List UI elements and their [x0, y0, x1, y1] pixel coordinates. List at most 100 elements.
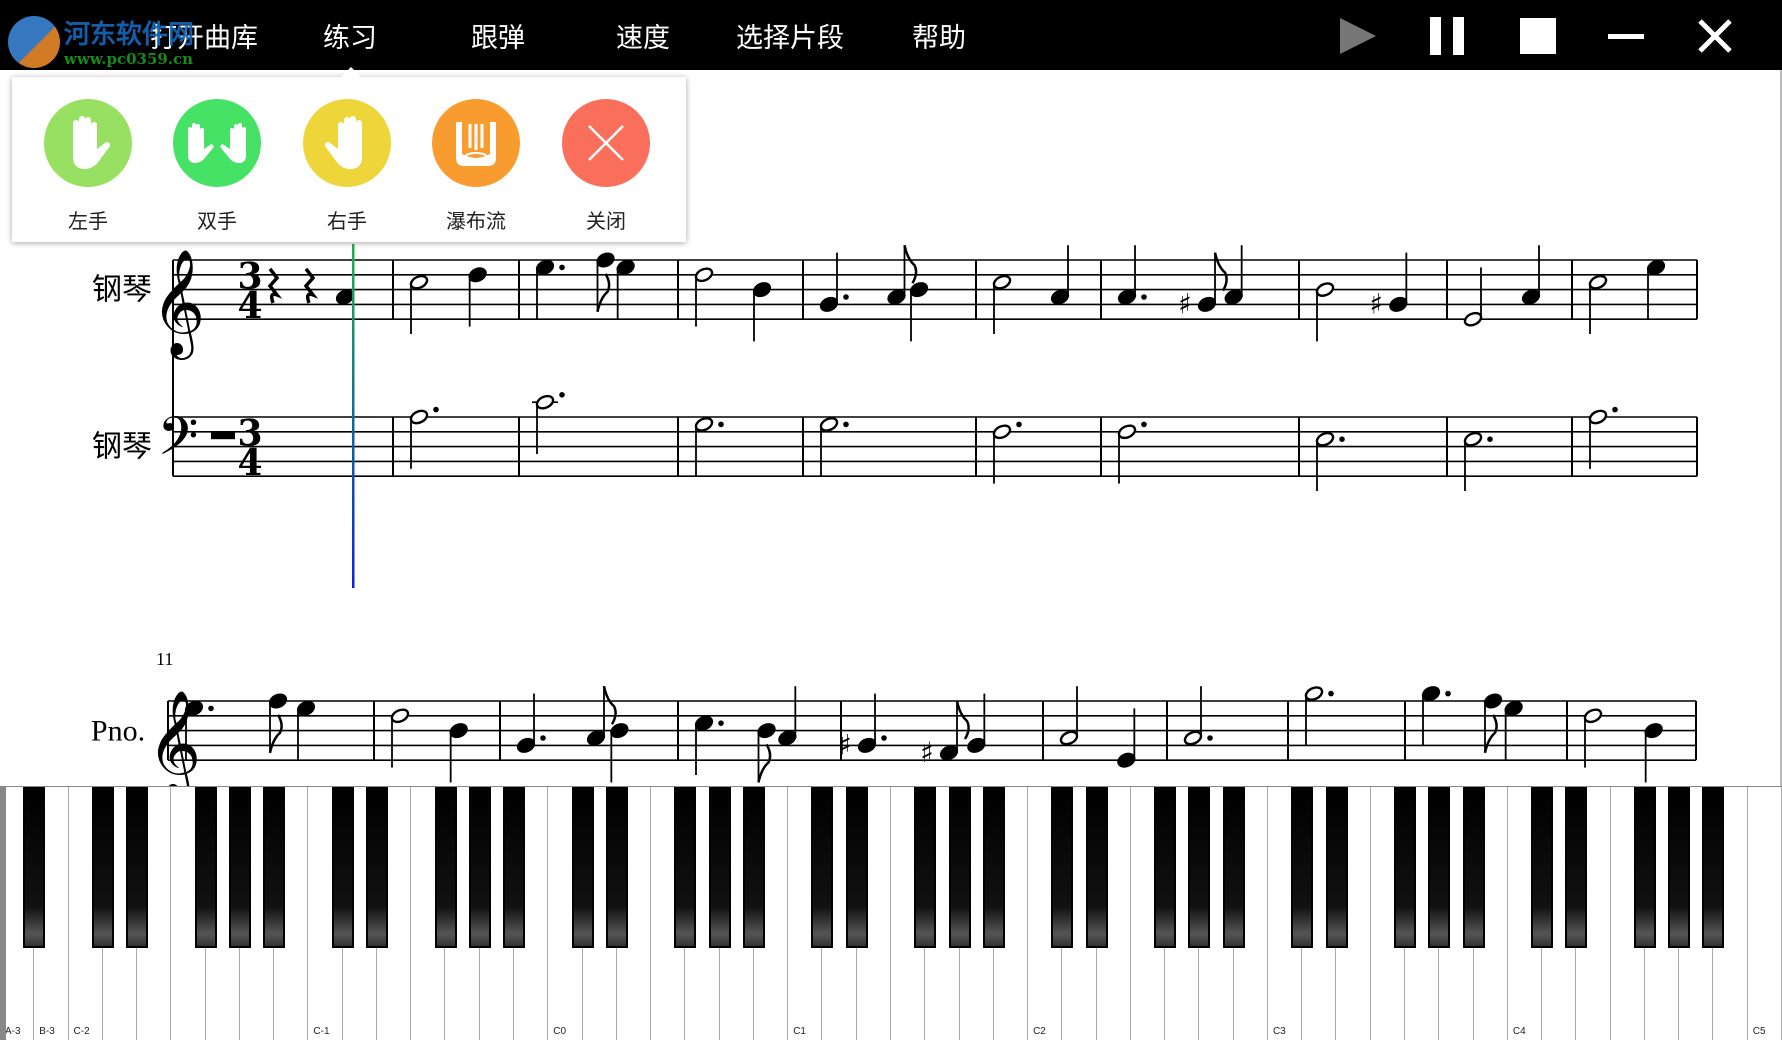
eighth-flag: [596, 273, 611, 313]
half-note: [694, 417, 714, 432]
black-key[interactable]: [1565, 787, 1588, 948]
black-key[interactable]: [845, 787, 868, 948]
play-icon: [1340, 18, 1376, 54]
popup-arrow: [340, 67, 362, 78]
half-note: [992, 424, 1012, 440]
black-key[interactable]: [1051, 787, 1074, 948]
white-key[interactable]: C5: [1747, 787, 1782, 1040]
black-key[interactable]: [914, 787, 937, 948]
sharp-icon: ♯: [1178, 287, 1192, 320]
time-signature-bottom: 4: [237, 285, 262, 327]
black-key[interactable]: [1668, 787, 1691, 948]
play-button[interactable]: [1336, 14, 1380, 58]
both-hands-button[interactable]: 双手: [167, 99, 267, 233]
sharp-icon: ♯: [838, 728, 852, 761]
black-key[interactable]: [982, 787, 1005, 948]
black-key[interactable]: [1085, 787, 1108, 948]
piano-keyboard: A-3 B-3 C-2 C-1 C0 C1 C2 C3 C4 C5: [0, 786, 1782, 1041]
black-key[interactable]: [331, 787, 354, 948]
black-key[interactable]: [1428, 787, 1451, 948]
right-hand-button[interactable]: 右手: [297, 99, 397, 233]
waterfall-icon: [432, 99, 520, 187]
note-dot: [559, 264, 565, 271]
minimize-button[interactable]: [1604, 14, 1648, 58]
black-key[interactable]: [503, 787, 526, 948]
black-key[interactable]: [1462, 787, 1485, 948]
menu-speed[interactable]: 速度: [616, 16, 670, 55]
black-key[interactable]: [948, 787, 971, 948]
half-note: [1583, 708, 1603, 724]
key-label: C3: [1272, 1026, 1286, 1037]
black-key[interactable]: [811, 787, 834, 948]
black-key[interactable]: [126, 787, 149, 948]
stop-button[interactable]: [1516, 14, 1560, 58]
eighth-flag: [955, 700, 970, 740]
black-key[interactable]: [23, 787, 46, 948]
half-note: [1463, 431, 1483, 447]
note-dot: [1445, 690, 1451, 697]
note-dot: [1141, 294, 1147, 300]
watermark-title: 河东软件网: [64, 20, 195, 50]
black-key[interactable]: [605, 787, 628, 948]
black-key[interactable]: [1154, 787, 1177, 948]
close-popup-label: 关闭: [586, 209, 626, 233]
black-key[interactable]: [742, 787, 765, 948]
right-hand-icon: [303, 99, 391, 187]
key-label: C0: [553, 1026, 567, 1037]
black-key[interactable]: [708, 787, 731, 948]
stop-icon: [1520, 18, 1556, 54]
black-key[interactable]: [434, 787, 457, 948]
black-key[interactable]: [1633, 787, 1656, 948]
both-hands-icon: [173, 99, 261, 187]
note-dot: [1339, 436, 1345, 443]
black-key[interactable]: [1291, 787, 1314, 948]
black-key[interactable]: [1325, 787, 1348, 948]
black-key[interactable]: [1188, 787, 1211, 948]
eighth-flag: [903, 244, 918, 284]
black-key[interactable]: [468, 787, 491, 948]
note-dot: [1016, 421, 1022, 428]
menu-help[interactable]: 帮助: [912, 16, 966, 55]
staff-label: 钢琴: [92, 431, 152, 464]
eighth-flag: [757, 743, 772, 783]
waterfall-button[interactable]: 瀑布流: [426, 99, 526, 233]
measure-number: 11: [156, 649, 173, 669]
left-hand-label: 左手: [68, 209, 108, 233]
eighth-flag: [1483, 714, 1498, 754]
eighth-flag: [602, 685, 617, 725]
black-key[interactable]: [263, 787, 286, 948]
black-key[interactable]: [228, 787, 251, 948]
note-dot: [881, 735, 887, 741]
black-key[interactable]: [194, 787, 217, 948]
top-menu-bar: 打开曲库 练习 跟弹 速度 选择片段 帮助 河东软件网 www.pc0359.c…: [0, 0, 1782, 70]
black-key[interactable]: [674, 787, 697, 948]
menu-select-segment[interactable]: 选择片段: [736, 16, 844, 55]
note-dot: [208, 705, 214, 712]
black-key[interactable]: [365, 787, 388, 948]
menu-follow-play[interactable]: 跟弹: [471, 16, 525, 55]
half-note: [409, 409, 429, 425]
sharp-icon: ♯: [920, 736, 934, 769]
note-dot: [540, 735, 546, 741]
black-key[interactable]: [1222, 787, 1245, 948]
eighth-flag: [268, 714, 283, 754]
pause-button[interactable]: [1426, 14, 1470, 58]
left-hand-icon: [44, 99, 132, 187]
black-key[interactable]: [91, 787, 114, 948]
close-popup-button[interactable]: 关闭: [556, 99, 656, 233]
black-key[interactable]: [1531, 787, 1554, 948]
close-button[interactable]: [1693, 14, 1737, 58]
black-key[interactable]: [571, 787, 594, 948]
quarter-rest-icon: [267, 267, 283, 304]
close-icon: [1698, 19, 1732, 53]
left-hand-button[interactable]: 左手: [38, 99, 138, 233]
black-key[interactable]: [1394, 787, 1417, 948]
key-label: C1: [793, 1026, 806, 1037]
playback-cursor: [352, 244, 355, 588]
black-key[interactable]: [1702, 787, 1725, 948]
menu-practice[interactable]: 练习: [323, 16, 377, 55]
key-label: A-3: [5, 1026, 21, 1037]
half-note: [1304, 686, 1324, 701]
half-note: [1315, 431, 1335, 447]
half-note: [1463, 311, 1483, 327]
